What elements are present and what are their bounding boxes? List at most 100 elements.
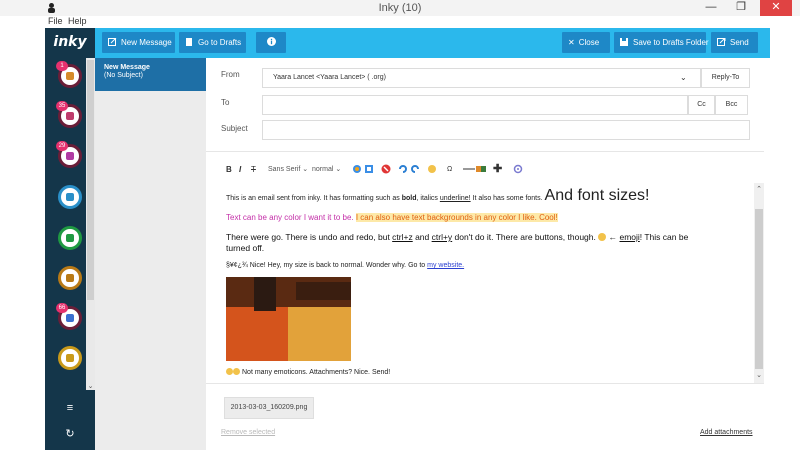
- chevron-down-icon[interactable]: ⌄: [680, 73, 687, 82]
- background-color-icon[interactable]: [364, 164, 374, 174]
- remove-selected-link[interactable]: Remove selected: [221, 429, 275, 436]
- embedded-image: [226, 277, 351, 361]
- unread-badge: 66: [56, 303, 68, 313]
- send-button[interactable]: Send: [711, 32, 758, 53]
- to-field[interactable]: [262, 95, 688, 115]
- reply-to-button[interactable]: Reply-To: [701, 68, 750, 88]
- list-item[interactable]: New Message (No Subject): [95, 58, 206, 91]
- font-select[interactable]: Sans Serif ⌄: [268, 164, 308, 176]
- add-icon[interactable]: ✚: [493, 164, 502, 176]
- close-message-button[interactable]: ✕ Close: [562, 32, 610, 53]
- go-to-drafts-button[interactable]: Go to Drafts: [179, 32, 246, 53]
- italic-button[interactable]: I: [239, 164, 241, 176]
- bold-button[interactable]: B: [226, 164, 232, 176]
- save-to-drafts-button[interactable]: Save to Drafts Folder: [614, 32, 709, 53]
- body-line-3: There were go. There is undo and redo, b…: [226, 232, 688, 242]
- refresh-icon[interactable]: ↻: [64, 427, 76, 440]
- menu-help[interactable]: Help: [68, 16, 87, 26]
- account-icon: [66, 234, 74, 242]
- body-text: and: [412, 232, 432, 242]
- image-icon[interactable]: [476, 164, 486, 174]
- unread-badge: 1: [56, 61, 68, 71]
- strike-button[interactable]: T: [251, 164, 256, 176]
- body-underline-text: underline!: [439, 195, 471, 202]
- maximize-button[interactable]: ❐: [728, 0, 754, 16]
- scroll-up-icon[interactable]: ⌃: [754, 185, 764, 193]
- hamburger-menu-icon[interactable]: ≡: [65, 403, 75, 414]
- body-underline-text: ctrl+y: [431, 232, 453, 242]
- emoji-icon[interactable]: [427, 164, 437, 174]
- new-message-label: New Message: [121, 38, 172, 47]
- body-bold-text: bold: [401, 195, 417, 202]
- info-button[interactable]: [256, 32, 286, 53]
- special-char-icon[interactable]: Ω: [447, 164, 452, 176]
- to-label: To: [221, 98, 230, 107]
- subject-field[interactable]: [262, 120, 750, 140]
- unread-badge: 29: [56, 141, 68, 151]
- send-label: Send: [730, 38, 749, 47]
- cc-button[interactable]: Cc: [688, 95, 715, 115]
- add-attachments-link[interactable]: Add attachments: [700, 429, 753, 436]
- account-scrollbar-thumb[interactable]: [87, 60, 94, 300]
- bcc-button[interactable]: Bcc: [715, 95, 748, 115]
- font-select-value: Sans Serif: [268, 166, 301, 173]
- body-line-3b: turned off.: [226, 243, 265, 253]
- header-divider: [206, 151, 764, 152]
- account-avatar[interactable]: [58, 185, 82, 209]
- body-text: §¥¢¿¾ Nice! Hey, my size is back to norm…: [226, 262, 428, 269]
- scroll-down-icon[interactable]: ⌄: [754, 371, 764, 379]
- account-icon: [66, 72, 74, 80]
- clear-format-icon[interactable]: [381, 164, 391, 174]
- subject-label: Subject: [221, 124, 248, 133]
- size-select[interactable]: normal ⌄: [312, 164, 341, 176]
- link-icon[interactable]: [463, 164, 475, 174]
- settings-icon[interactable]: [513, 164, 523, 174]
- minimize-button[interactable]: —: [698, 0, 724, 16]
- body-text: Not many emoticons. Attachments? Nice. S…: [242, 369, 391, 376]
- menu-bar: File Help: [0, 16, 800, 28]
- scroll-down-icon[interactable]: ⌄: [86, 382, 95, 390]
- body-text: , italics: [416, 195, 440, 202]
- attachments-divider: [206, 383, 764, 384]
- go-to-drafts-label: Go to Drafts: [198, 38, 242, 47]
- save-to-drafts-label: Save to Drafts Folder: [633, 38, 709, 47]
- account-avatar[interactable]: [58, 226, 82, 250]
- account-avatar[interactable]: 35: [56, 101, 82, 128]
- from-select[interactable]: Yaara Lancet <Yaara Lancet> ( .org): [262, 68, 701, 88]
- website-link[interactable]: my website.: [427, 262, 464, 269]
- attachment-chip[interactable]: 2013-03-03_160209.png: [224, 397, 314, 419]
- editor-scrollbar-thumb[interactable]: [755, 209, 763, 369]
- undo-icon[interactable]: [398, 164, 408, 174]
- rail-bottom: [45, 390, 95, 450]
- body-line-1: This is an email sent from inky. It has …: [226, 188, 649, 207]
- editor-scrollbar[interactable]: ⌃ ⌄: [754, 183, 764, 383]
- account-avatar[interactable]: 29: [56, 141, 82, 168]
- body-line-5: Not many emoticons. Attachments? Nice. S…: [226, 368, 390, 376]
- body-line-2: Text can be any color I want it to be. I…: [226, 213, 558, 222]
- redo-icon[interactable]: [410, 164, 420, 174]
- body-highlight-text: I can also have text backgrounds in any …: [355, 213, 558, 222]
- emoji-icon: [226, 368, 233, 375]
- text-color-icon[interactable]: [352, 164, 362, 174]
- account-avatar[interactable]: [58, 266, 82, 290]
- menu-file[interactable]: File: [48, 16, 63, 26]
- info-icon: [266, 37, 276, 46]
- account-icon: [66, 314, 74, 322]
- window-title: Inky (10): [378, 2, 422, 14]
- body-underline-text: emoji: [619, 232, 640, 242]
- account-avatar[interactable]: 1: [56, 61, 82, 88]
- account-avatar[interactable]: 66: [56, 303, 82, 330]
- unread-badge: 35: [56, 101, 68, 111]
- account-avatar[interactable]: [58, 346, 82, 370]
- message-list: [95, 58, 206, 450]
- account-icon: [66, 112, 74, 120]
- new-message-button[interactable]: New Message: [102, 32, 175, 53]
- body-big-text: And font sizes!: [544, 187, 650, 204]
- body-text: don't do it. There are buttons, though.: [452, 232, 599, 242]
- close-window-button[interactable]: ✕: [760, 0, 792, 16]
- close-label: Close: [578, 38, 600, 47]
- body-text: ! This can be: [639, 232, 689, 242]
- send-icon: [717, 38, 726, 46]
- account-scrollbar[interactable]: ⌄: [86, 58, 95, 390]
- body-text: This is an email sent from inky. It has …: [226, 195, 402, 202]
